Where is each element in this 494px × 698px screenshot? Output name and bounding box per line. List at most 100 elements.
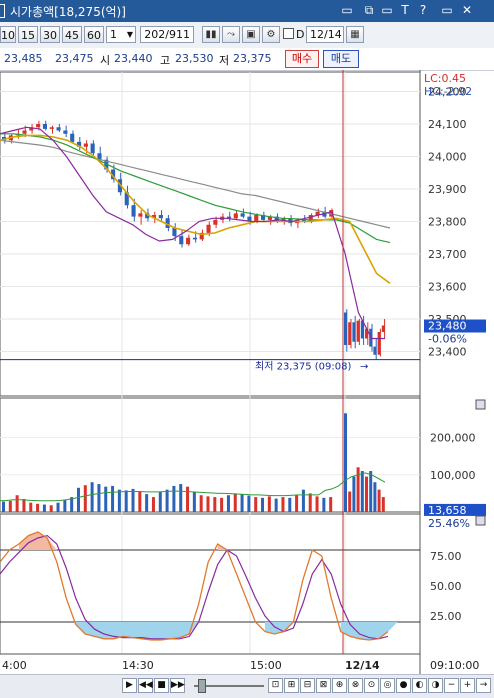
volume-bar xyxy=(158,491,162,512)
buy-button[interactable]: 매수 xyxy=(285,50,319,68)
candle-body xyxy=(206,224,211,233)
volume-bar xyxy=(124,490,128,512)
open-value: 23,440 xyxy=(114,52,153,65)
volume-bar xyxy=(295,495,299,512)
count-total: /911 xyxy=(165,28,190,41)
count-field[interactable]: 202/911 xyxy=(140,26,194,43)
indicator-icon[interactable]: ⤳ xyxy=(222,26,240,43)
volume-bar xyxy=(151,497,155,512)
gear-icon[interactable]: ⚙ xyxy=(262,26,280,43)
high-label: 고 xyxy=(160,54,171,67)
pane-close-icon xyxy=(475,399,486,410)
candle-type-icon[interactable]: ▮▮ xyxy=(202,26,220,43)
tool-icon-1[interactable]: ⊡ xyxy=(268,678,283,693)
tool-icon-8[interactable]: ◎ xyxy=(380,678,395,693)
time-label: 15:00 xyxy=(250,659,282,672)
scroll-thumb[interactable] xyxy=(198,679,206,693)
volume-bar xyxy=(247,495,251,512)
tool-icon-10[interactable]: ◐ xyxy=(412,678,427,693)
window-edge xyxy=(0,4,5,18)
candle-body xyxy=(49,127,54,129)
candle-body xyxy=(42,124,47,129)
candle-body xyxy=(36,124,41,128)
price-tick-label: 23,400 xyxy=(428,346,467,359)
window-icon[interactable]: ▭ xyxy=(380,3,394,17)
date-input[interactable]: 12/14 xyxy=(306,26,344,43)
tool-icon-9[interactable]: ● xyxy=(396,678,411,693)
period-button-15[interactable]: 15 xyxy=(18,26,38,43)
period-button-60[interactable]: 60 xyxy=(84,26,104,43)
volume-pane xyxy=(0,413,386,512)
play-icon[interactable]: ▶ xyxy=(122,678,137,693)
volume-bar xyxy=(267,496,271,512)
volume-bar xyxy=(145,494,149,512)
volume-bar xyxy=(240,494,244,512)
candle-body xyxy=(63,130,68,134)
volume-pct-label: 25.46% xyxy=(428,517,470,530)
layout-icon[interactable]: ▭ xyxy=(340,3,354,17)
period-button-30[interactable]: 30 xyxy=(40,26,60,43)
quote-prev: 23,475 xyxy=(55,52,94,65)
lc-label: LC:0.45 xyxy=(424,72,466,85)
period-button-45[interactable]: 45 xyxy=(62,26,82,43)
volume-bar xyxy=(348,491,352,512)
candle-body xyxy=(213,219,218,225)
zoom-out-button[interactable]: − xyxy=(444,678,459,693)
forward-icon[interactable]: ▶▶ xyxy=(170,678,185,693)
time-label: 4:00 xyxy=(2,659,27,672)
tool-icon-5[interactable]: ⊕ xyxy=(332,678,347,693)
tool-icon-2[interactable]: ⊞ xyxy=(284,678,299,693)
right-arrow-icon[interactable]: → xyxy=(476,678,491,693)
period-button-10[interactable]: 10 xyxy=(0,26,16,43)
candle-body xyxy=(373,346,377,355)
tool-icon-7[interactable]: ⊙ xyxy=(364,678,379,693)
text-icon[interactable]: T xyxy=(398,3,412,17)
volume-bar xyxy=(199,495,203,512)
help-icon[interactable]: ? xyxy=(416,3,430,17)
chart-area[interactable]: 최저 23,375 (09:08) → 24,20024,10024,00023,… xyxy=(0,70,494,674)
bottom-bar: ▶ ◀◀ ■ ▶▶ ⊡ ⊞ ⊟ ⊠ ⊕ ⊗ ⊙ ◎ ● ◐ ◑ − + → xyxy=(0,674,494,698)
volume-bar xyxy=(172,485,176,512)
maximize-icon[interactable]: ▭ xyxy=(440,3,454,17)
calendar-icon[interactable]: ▦ xyxy=(346,26,364,43)
volume-bar xyxy=(356,467,360,512)
hc-label: HC:-2.92 xyxy=(424,85,472,98)
candle-body xyxy=(240,213,245,217)
current-price-label: 23,480 xyxy=(428,320,467,333)
stop-icon[interactable]: ■ xyxy=(154,678,169,693)
close-icon[interactable]: ✕ xyxy=(460,3,474,17)
volume-bar xyxy=(56,502,60,512)
date-checkbox[interactable] xyxy=(283,28,294,39)
volume-bar xyxy=(315,496,319,512)
tool-icon-6[interactable]: ⊗ xyxy=(348,678,363,693)
volume-bar xyxy=(213,497,217,512)
save-icon[interactable]: ▣ xyxy=(242,26,260,43)
volume-bar xyxy=(90,482,94,512)
volume-bar xyxy=(22,498,26,512)
candle-body xyxy=(131,205,136,217)
current-change-label: -0.06% xyxy=(428,333,467,346)
volume-bar xyxy=(261,497,265,512)
low-arrow-icon: → xyxy=(360,362,368,373)
candle-body xyxy=(158,215,163,219)
candle-body xyxy=(90,143,95,154)
tool-icon-11[interactable]: ◑ xyxy=(428,678,443,693)
sell-button[interactable]: 매도 xyxy=(323,50,359,68)
tool-icon-3[interactable]: ⊟ xyxy=(300,678,315,693)
volume-bar xyxy=(131,488,135,512)
volume-bar xyxy=(63,500,67,512)
volume-bar xyxy=(369,471,373,512)
window-title: 시가총액[18,275(억)] xyxy=(10,5,126,19)
candle-body xyxy=(83,143,88,147)
price-tick-label: 23,600 xyxy=(428,281,467,294)
volume-bar xyxy=(301,489,305,512)
candle-body xyxy=(172,228,177,237)
interval-select[interactable]: 1 ▼ xyxy=(106,26,136,43)
copy-icon[interactable]: ⧉ xyxy=(362,3,376,17)
zoom-in-button[interactable]: + xyxy=(460,678,475,693)
candle-body xyxy=(356,320,360,342)
volume-bar xyxy=(322,497,326,512)
volume-bar xyxy=(192,491,196,512)
tool-icon-4[interactable]: ⊠ xyxy=(316,678,331,693)
rewind-icon[interactable]: ◀◀ xyxy=(138,678,153,693)
